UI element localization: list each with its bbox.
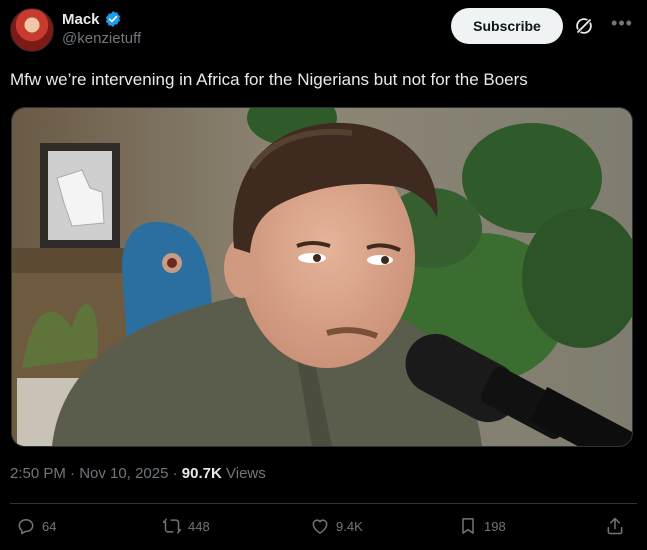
author-name-row: Mack [62, 10, 122, 28]
views-count: 90.7K [181, 465, 222, 482]
views-label: Views [226, 465, 266, 482]
avatar[interactable] [10, 8, 54, 52]
repost-button[interactable]: 448 [162, 516, 210, 536]
repost-icon [162, 518, 182, 534]
author-handle[interactable]: @kenzietuff [62, 30, 141, 47]
bookmark-icon [462, 518, 474, 534]
tweet-time[interactable]: 2:50 PM [10, 465, 66, 482]
tweet-meta: 2:50 PM · Nov 10, 2025 · 90.7K Views [10, 465, 266, 482]
author-name[interactable]: Mack [62, 11, 100, 28]
subscribe-button[interactable]: Subscribe [451, 8, 563, 44]
heart-icon [312, 519, 328, 534]
bookmark-count: 198 [484, 518, 506, 534]
like-count: 9.4K [336, 518, 363, 534]
tweet-text: Mfw we’re intervening in Africa for the … [10, 70, 528, 89]
tweet-media-image[interactable] [11, 107, 633, 447]
repost-count: 448 [188, 518, 210, 534]
action-bar: 64 448 9.4K 198 [0, 516, 647, 544]
reply-icon [18, 519, 34, 535]
meta-separator: · [172, 465, 178, 482]
media-photo [12, 108, 632, 446]
tweet-header: Mack @kenzietuff Subscribe ••• [10, 8, 637, 54]
divider [10, 503, 637, 504]
bookmark-button[interactable]: 198 [458, 516, 506, 536]
verified-badge-icon [105, 11, 120, 27]
share-button[interactable] [605, 516, 625, 536]
like-button[interactable]: 9.4K [310, 516, 363, 536]
reply-button[interactable]: 64 [16, 516, 56, 536]
grok-icon[interactable] [573, 15, 595, 37]
meta-separator: · [70, 465, 76, 482]
reply-count: 64 [42, 518, 57, 534]
share-icon [607, 517, 623, 535]
more-options-icon[interactable]: ••• [611, 14, 633, 36]
tweet-date[interactable]: Nov 10, 2025 [79, 465, 168, 482]
